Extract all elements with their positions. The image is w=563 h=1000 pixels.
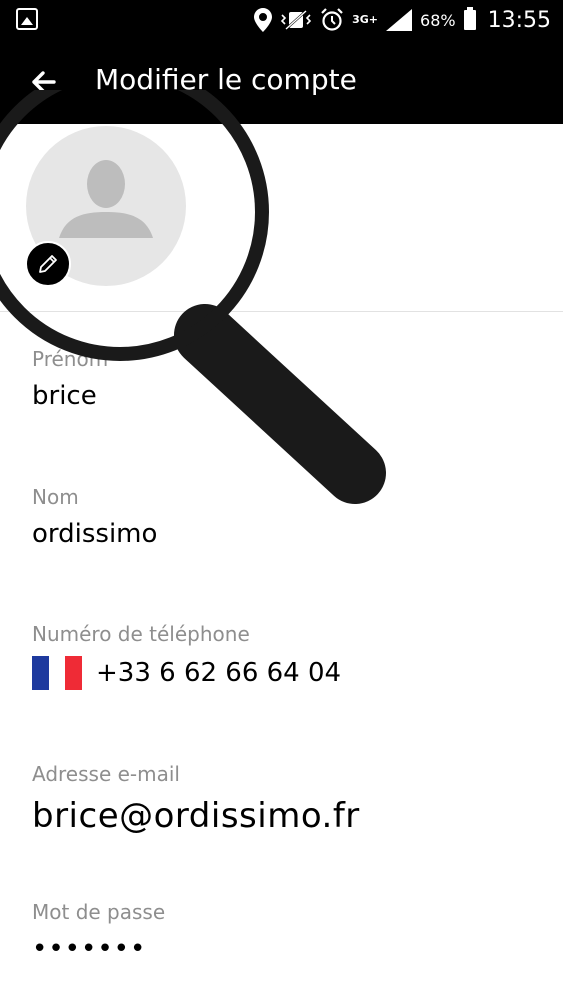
battery-percent: 68%: [420, 10, 456, 30]
phone-label: Numéro de téléphone: [32, 622, 250, 646]
email-value: brice@ordissimo.fr: [32, 796, 360, 836]
page-title: Modifier le compte: [95, 63, 357, 96]
network-type-label: 3G+: [352, 13, 379, 26]
signal-icon: [386, 9, 413, 31]
password-value: •••••••: [32, 934, 147, 964]
status-icons: 3G+ 68% 13:55: [254, 0, 551, 40]
email-label: Adresse e-mail: [32, 762, 180, 786]
back-arrow-icon[interactable]: [26, 64, 62, 100]
location-icon: [254, 8, 273, 32]
alarm-icon: [320, 8, 344, 32]
gallery-icon: [16, 8, 38, 30]
flag-stripe-red: [65, 656, 83, 690]
last-name-label: Nom: [32, 485, 79, 509]
email-field[interactable]: Adresse e-mail brice@ordissimo.fr: [32, 762, 532, 836]
password-label: Mot de passe: [32, 900, 166, 924]
flag-stripe-white: [48, 656, 66, 690]
phone-row: +33 6 62 66 64 04: [32, 656, 532, 690]
app-bar: Modifier le compte: [0, 40, 563, 124]
last-name-value: ordissimo: [32, 519, 158, 549]
first-name-label: Prénom: [32, 347, 109, 371]
first-name-field[interactable]: Prénom brice: [32, 347, 532, 411]
status-bar: 3G+ 68% 13:55: [0, 0, 563, 40]
password-field[interactable]: Mot de passe •••••••: [32, 900, 532, 964]
vibrate-icon: [280, 9, 312, 31]
france-flag-icon: [32, 656, 83, 690]
edit-photo-button[interactable]: [25, 241, 71, 287]
phone-value: +33 6 62 66 64 04: [96, 658, 342, 688]
last-name-field[interactable]: Nom ordissimo: [32, 485, 532, 549]
pencil-icon: [39, 255, 57, 273]
battery-icon: [463, 7, 476, 30]
status-time: 13:55: [487, 7, 551, 33]
phone-field[interactable]: Numéro de téléphone +33 6 62 66 64 04: [32, 622, 532, 690]
profile-photo-section: [0, 124, 563, 312]
first-name-value: brice: [32, 381, 97, 411]
flag-stripe-blue: [32, 656, 49, 690]
